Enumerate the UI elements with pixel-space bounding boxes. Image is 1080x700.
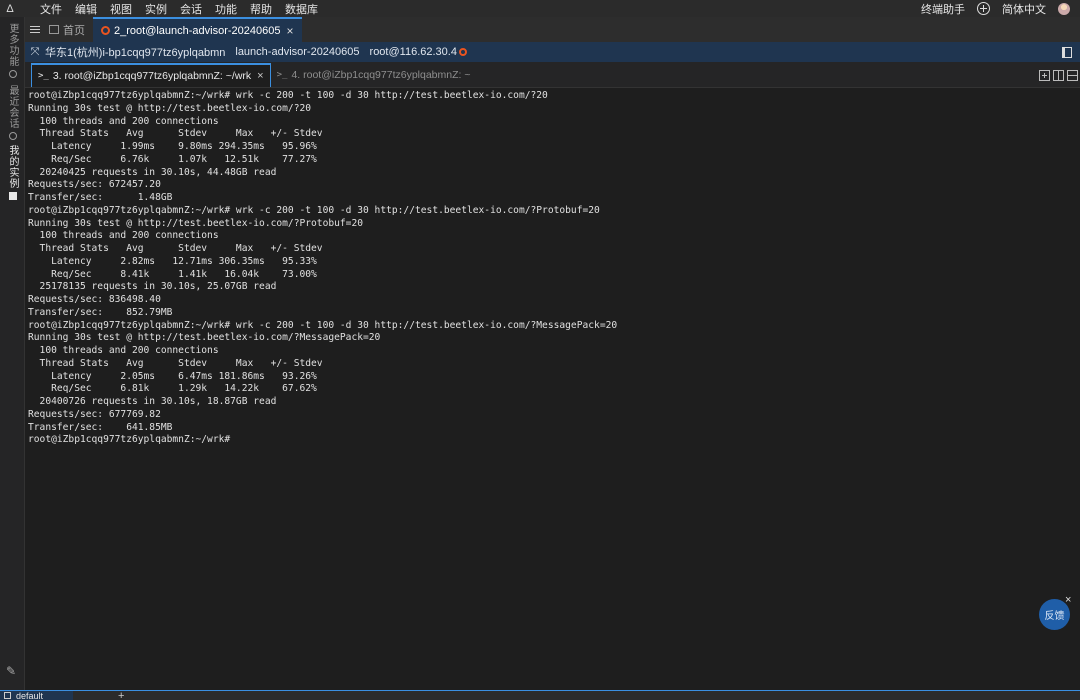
pin-icon[interactable]: ✎ (6, 664, 16, 678)
add-tab-button[interactable]: + (118, 691, 124, 700)
terminal-line: Transfer/sec: 852.79MB (28, 306, 173, 318)
more-features-icon (8, 70, 17, 78)
terminal-tab-3[interactable]: >_ 3. root@iZbp1cqq977tz6yplqabmnZ: ~/wr… (31, 63, 271, 87)
avatar[interactable] (1058, 2, 1070, 15)
terminal-line: Running 30s test @ http://test.beetlex-i… (28, 332, 381, 344)
left-sidebar: 更多功能 最近会话 我的实例 ✎ (0, 17, 25, 690)
menu-instance[interactable]: 实例 (145, 1, 167, 17)
terminal-line: Transfer/sec: 641.85MB (28, 421, 173, 433)
terminal-line: 25178135 requests in 30.10s, 25.07GB rea… (28, 281, 277, 293)
terminal-line: root@iZbp1cqq977tz6yplqabmnZ:~/wrk# wrk … (28, 319, 618, 331)
terminal-line: 100 threads and 200 connections (28, 230, 219, 242)
instance-name-label: launch-advisor-20240605 (235, 46, 360, 58)
sidebar-tab-my-instances[interactable]: 我的实例 (0, 145, 25, 200)
instance-info-bar: ⤧ 华东1(杭州)i-bp1cqq977tz6yplqabmn launch-a… (25, 42, 1080, 62)
new-terminal-icon[interactable] (1039, 69, 1050, 81)
sidebar-tab-recent-sessions[interactable]: 最近会话 (0, 85, 25, 140)
terminal-line: 100 threads and 200 connections (28, 115, 219, 127)
terminal-prompt-icon: >_ (38, 71, 49, 81)
menu-features[interactable]: 功能 (215, 1, 237, 17)
terminal-tab-bar: >_ 3. root@iZbp1cqq977tz6yplqabmnZ: ~/wr… (25, 62, 1080, 88)
terminal-line: Running 30s test @ http://test.beetlex-i… (28, 102, 312, 114)
bottom-bar: default + (0, 690, 1080, 700)
tab-default[interactable]: default (0, 690, 74, 700)
terminal-line: Transfer/sec: 1.48GB (28, 192, 173, 203)
app-logo: Δ (6, 2, 14, 15)
instance-id-label: i-bp1cqq977tz6yplqabmn (102, 47, 226, 59)
menu-database[interactable]: 数据库 (285, 1, 318, 17)
menu-bar: Δ 文件 编辑 视图 实例 会话 功能 帮助 数据库 终端助手 简体中文 (0, 0, 1080, 17)
terminal-line: Requests/sec: 677769.82 (28, 408, 161, 420)
terminal-line: Latency 1.99ms 9.80ms 294.35ms 95.96% (28, 141, 317, 152)
clock-icon (8, 132, 17, 140)
terminal-line: Thread Stats Avg Stdev Max +/- Stdev (28, 357, 323, 369)
terminal-line: Req/Sec 6.76k 1.07k 12.51k 77.27% (28, 153, 317, 165)
menu-file[interactable]: 文件 (40, 1, 62, 17)
sidebar-tab-label: 最近会话 (7, 85, 18, 129)
language-selector[interactable]: 简体中文 (1002, 1, 1046, 17)
tab-home-label: 首页 (63, 24, 85, 37)
instance-region-id: 华东1(杭州)i-bp1cqq977tz6yplqabmn (45, 44, 225, 60)
terminal-line: Latency 2.82ms 12.71ms 306.35ms 95.33% (28, 255, 317, 267)
split-horizontal-icon[interactable] (1067, 69, 1078, 81)
add-circle-icon[interactable] (977, 2, 990, 15)
terminal-tab-label: 3. root@iZbp1cqq977tz6yplqabmnZ: ~/wrk (52, 70, 252, 82)
sidebar-tab-more-features[interactable]: 更多功能 (0, 23, 25, 78)
window-icon (4, 692, 11, 699)
terminal-tab-label: 4. root@iZbp1cqq977tz6yplqabmnZ: ~ (291, 69, 471, 81)
ubuntu-icon (101, 26, 110, 35)
tab-home[interactable]: 首页 (45, 17, 93, 42)
expand-icon[interactable]: ⤧ (25, 46, 45, 59)
terminal-line: root@iZbp1cqq977tz6yplqabmnZ:~/wrk# wrk … (28, 204, 600, 216)
terminal-line: 100 threads and 200 connections (28, 345, 219, 356)
terminal-line: Running 30s test @ http://test.beetlex-i… (28, 217, 364, 229)
close-icon[interactable]: × (287, 24, 294, 38)
menu-edit[interactable]: 编辑 (75, 1, 97, 17)
tab-session[interactable]: 2_root@launch-advisor-20240605 × (93, 17, 302, 42)
terminal-line: root@iZbp1cqq977tz6yplqabmnZ:~/wrk# wrk … (28, 90, 548, 101)
home-icon (49, 25, 59, 34)
instance-icon (8, 192, 17, 200)
split-vertical-icon[interactable] (1053, 69, 1064, 81)
terminal-line: 20400726 requests in 30.10s, 18.87GB rea… (28, 396, 277, 407)
menu-session[interactable]: 会话 (180, 1, 202, 17)
close-icon[interactable]: × (257, 70, 263, 82)
menu-items: 文件 编辑 视图 实例 会话 功能 帮助 数据库 (40, 1, 331, 17)
tab-session-label: 2_root@launch-advisor-20240605 (114, 24, 281, 37)
terminal-line: Req/Sec 6.81k 1.29k 14.22k 67.62% (28, 383, 317, 395)
sidebar-tab-label: 我的实例 (7, 145, 18, 189)
terminal-line: Req/Sec 8.41k 1.41k 16.04k 73.00% (28, 268, 317, 280)
sidebar-tab-label: 更多功能 (7, 23, 18, 67)
terminal-line: Latency 2.05ms 6.47ms 181.86ms 93.26% (28, 370, 317, 382)
ubuntu-icon (458, 48, 467, 56)
terminal-line: Thread Stats Avg Stdev Max +/- Stdev (28, 128, 323, 140)
close-icon[interactable]: × (1065, 594, 1071, 606)
session-tab-bar: 首页 2_root@launch-advisor-20240605 × (25, 17, 1080, 42)
menubar-right: 终端助手 简体中文 (909, 1, 1080, 17)
region-label: 华东1(杭州) (45, 47, 103, 59)
layout-controls (1036, 63, 1080, 87)
user-host-label: root@116.62.30.4 (369, 46, 457, 58)
terminal-output[interactable]: root@iZbp1cqq977tz6yplqabmnZ:~/wrk# wrk … (28, 90, 1068, 686)
menu-help[interactable]: 帮助 (250, 1, 272, 17)
terminal-line: Thread Stats Avg Stdev Max +/- Stdev (28, 243, 323, 254)
exit-icon[interactable] (1062, 46, 1072, 58)
terminal-line: Requests/sec: 836498.40 (28, 294, 161, 305)
menu-toggle-icon[interactable] (25, 17, 45, 42)
terminal-assistant-button[interactable]: 终端助手 (921, 1, 965, 17)
terminal-line: Requests/sec: 672457.20 (28, 179, 161, 191)
terminal-line: 20240425 requests in 30.10s, 44.48GB rea… (28, 166, 277, 178)
menu-view[interactable]: 视图 (110, 1, 132, 17)
terminal-prompt-icon: >_ (276, 70, 288, 80)
tab-default-label: default (16, 690, 44, 700)
terminal-line: root@iZbp1cqq977tz6yplqabmnZ:~/wrk# (28, 434, 231, 446)
terminal-tab-4[interactable]: >_ 4. root@iZbp1cqq977tz6yplqabmnZ: ~ (271, 63, 477, 87)
